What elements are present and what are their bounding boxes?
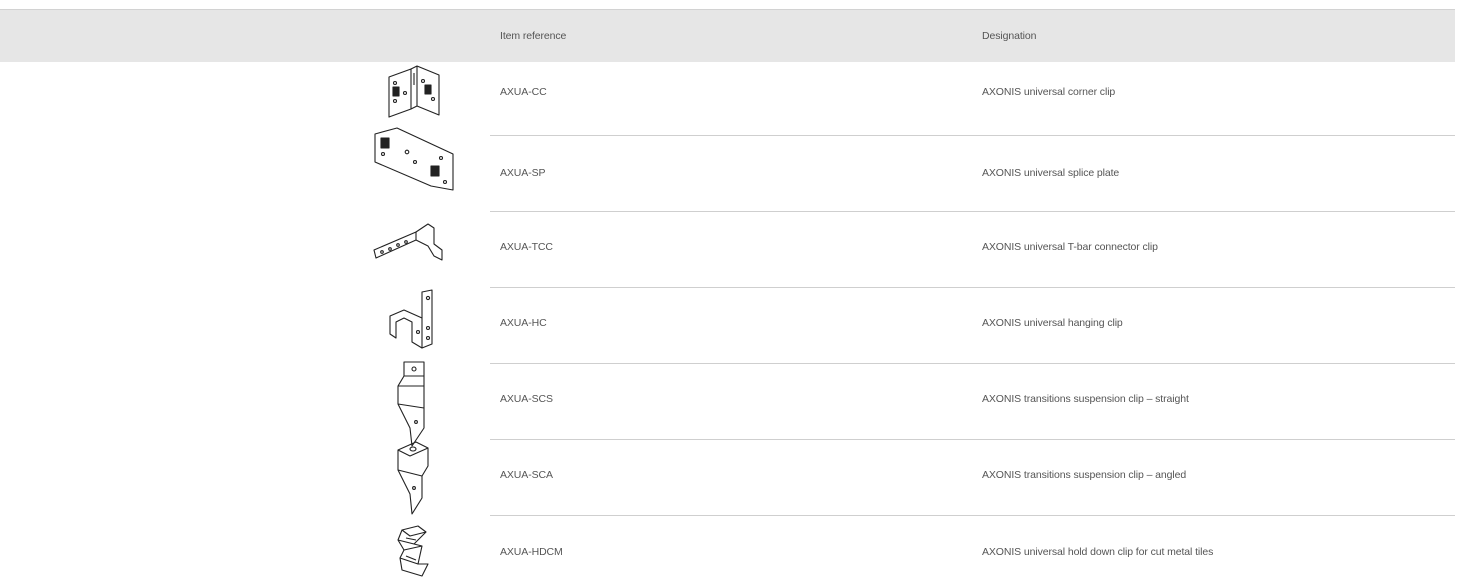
- tbar-connector-clip-icon: [362, 216, 462, 266]
- designation: AXONIS universal T-bar connector clip: [982, 241, 1158, 253]
- designation: AXONIS universal corner clip: [982, 86, 1116, 98]
- column-header-item-reference: Item reference: [500, 30, 567, 42]
- suspension-clip-straight-icon: [362, 358, 462, 450]
- designation: AXONIS transitions suspension clip – str…: [982, 393, 1189, 405]
- item-reference: AXUA-HC: [500, 317, 547, 329]
- column-header-designation: Designation: [982, 30, 1037, 42]
- table-row: AXUA-SCS AXONIS transitions suspension c…: [0, 361, 1461, 447]
- splice-plate-icon: [362, 124, 462, 194]
- item-reference: AXUA-SP: [500, 167, 546, 179]
- suspension-clip-angled-icon: [362, 438, 462, 518]
- table-row: AXUA-SP AXONIS universal splice plate: [0, 127, 1461, 212]
- corner-clip-icon: [362, 61, 462, 123]
- table-row: AXUA-HDCM AXONIS universal hold down cli…: [0, 516, 1461, 585]
- table-row: AXUA-CC AXONIS universal corner clip: [0, 61, 1461, 136]
- item-reference: AXUA-SCS: [500, 393, 553, 405]
- hanging-clip-icon: [362, 286, 462, 356]
- designation: AXONIS universal hold down clip for cut …: [982, 546, 1214, 558]
- table-row: AXUA-HC AXONIS universal hanging clip: [0, 288, 1461, 364]
- designation: AXONIS universal splice plate: [982, 167, 1120, 179]
- item-reference: AXUA-TCC: [500, 241, 553, 253]
- item-reference: AXUA-CC: [500, 86, 547, 98]
- item-reference: AXUA-SCA: [500, 469, 553, 481]
- item-reference: AXUA-HDCM: [500, 546, 563, 558]
- table-row: AXUA-TCC AXONIS universal T-bar connecto…: [0, 212, 1461, 288]
- table-header: Item reference Designation: [0, 9, 1455, 62]
- hold-down-clip-icon: [362, 522, 462, 582]
- table-row: AXUA-SCA AXONIS transitions suspension c…: [0, 440, 1461, 516]
- designation: AXONIS universal hanging clip: [982, 317, 1123, 329]
- designation: AXONIS transitions suspension clip – ang…: [982, 469, 1187, 481]
